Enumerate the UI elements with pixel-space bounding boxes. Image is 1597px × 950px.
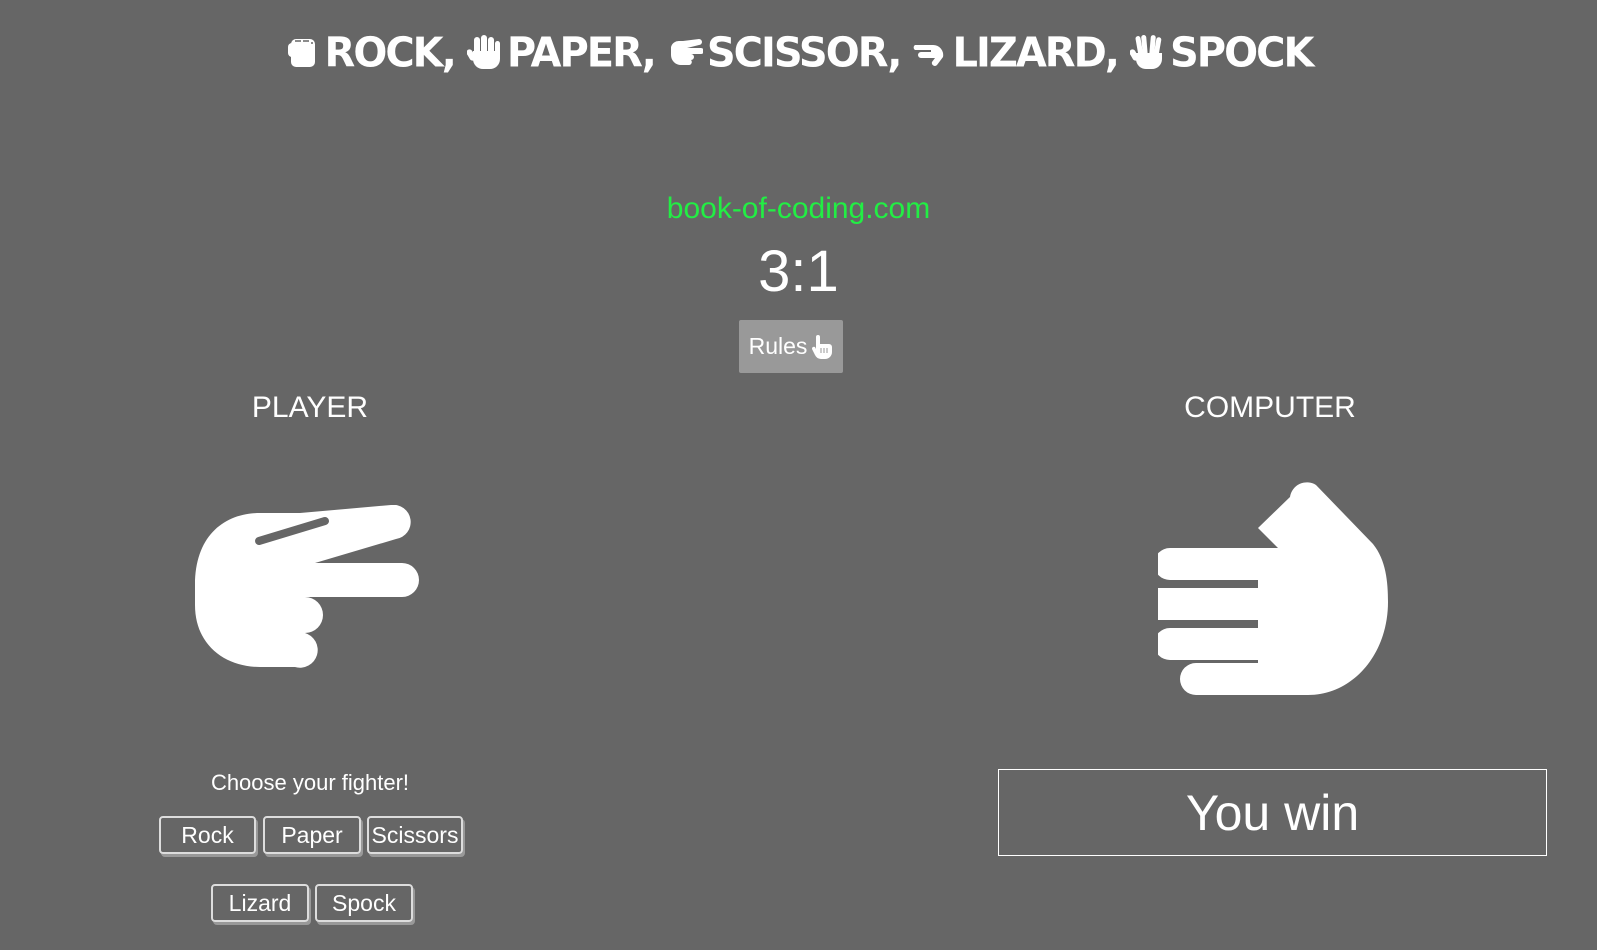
- rules-button-label: Rules: [748, 333, 808, 359]
- spock-button[interactable]: Spock: [315, 884, 413, 922]
- title-word-scissors: SCISSOR,: [706, 29, 903, 77]
- title-word-rock: ROCK,: [324, 29, 457, 77]
- paper-button[interactable]: Paper: [263, 816, 361, 854]
- site-link[interactable]: book-of-coding.com: [0, 192, 1597, 226]
- title-paper: PAPER,: [466, 29, 657, 77]
- pointer-hand-icon: [812, 334, 833, 359]
- title-lizard: LIZARD,: [912, 29, 1120, 77]
- computer-title: COMPUTER: [1184, 391, 1356, 424]
- result-text: You win: [1185, 784, 1360, 841]
- game-title: ROCK, PAPER, SCISSOR, LIZARD, SPOCK: [0, 30, 1597, 76]
- lizard-hand-icon: [914, 44, 944, 66]
- title-word-lizard: LIZARD,: [952, 29, 1120, 77]
- title-scissors: SCISSOR,: [667, 29, 903, 77]
- scissors-button[interactable]: Scissors: [367, 816, 463, 854]
- result-box: You win: [998, 769, 1547, 856]
- scissors-hand-icon: [195, 505, 419, 668]
- rules-button[interactable]: Rules: [739, 320, 843, 373]
- title-spock: SPOCK: [1130, 29, 1314, 77]
- rock-button[interactable]: Rock: [159, 816, 256, 854]
- title-rock: ROCK,: [285, 29, 457, 77]
- lizard-button[interactable]: Lizard: [211, 884, 309, 922]
- scissors-hand-icon: [670, 39, 703, 65]
- title-word-spock: SPOCK: [1170, 29, 1314, 77]
- spock-hand-icon: [1130, 34, 1162, 69]
- title-word-paper: PAPER,: [506, 29, 657, 77]
- lizard-hand-icon: [1158, 482, 1388, 695]
- choose-fighter-label: Choose your fighter!: [210, 770, 410, 795]
- rock-hand-icon: [287, 39, 315, 67]
- paper-hand-icon: [466, 35, 500, 69]
- score-display: 3:1: [758, 239, 839, 304]
- player-title: PLAYER: [251, 391, 369, 424]
